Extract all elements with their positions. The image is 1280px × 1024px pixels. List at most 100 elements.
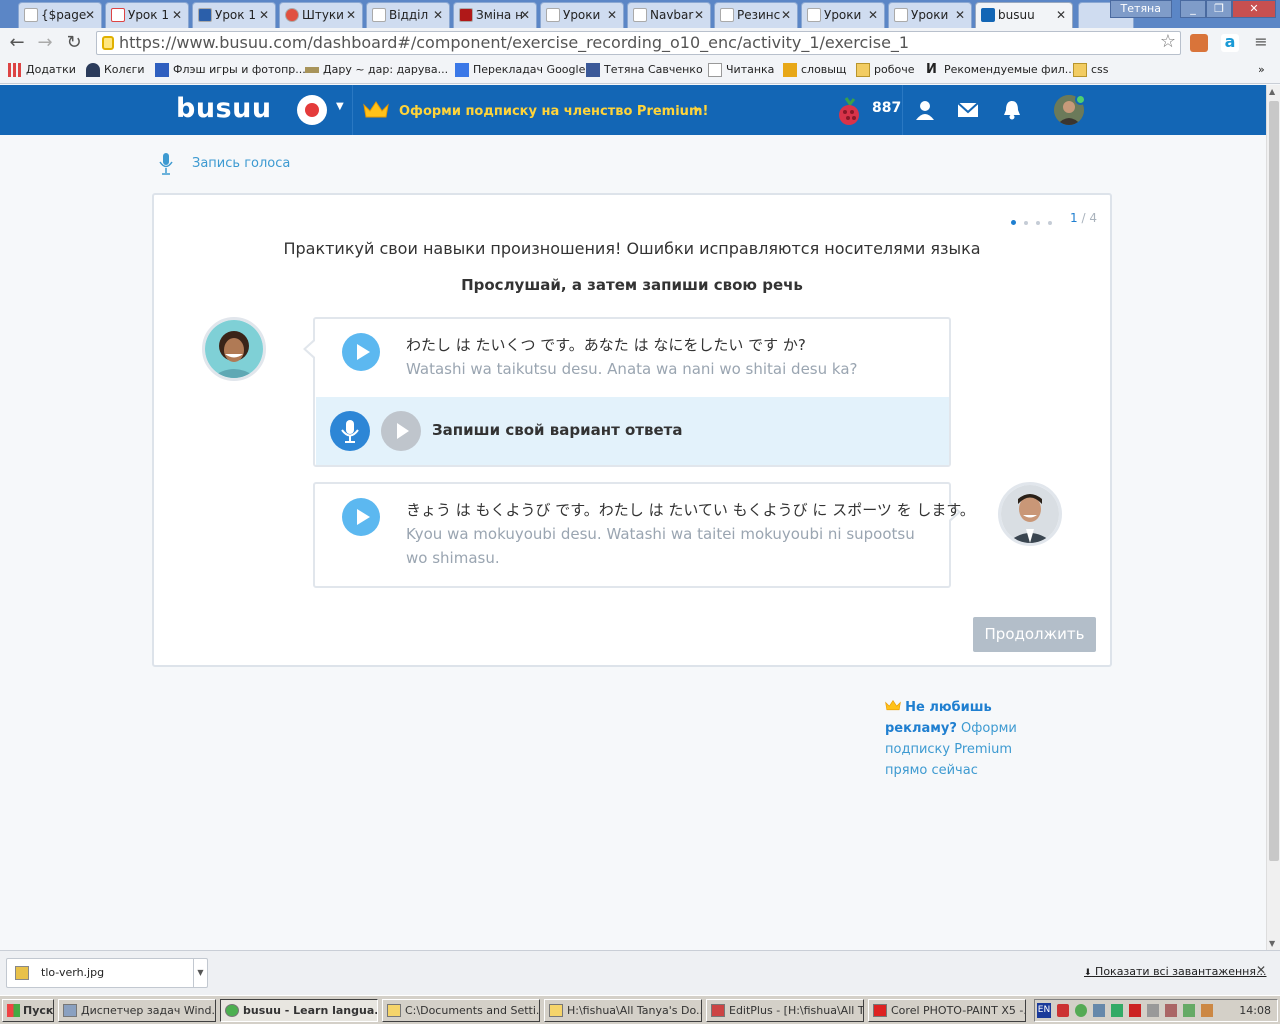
profile-icon[interactable]: [914, 99, 936, 121]
address-bar[interactable]: https://www.busuu.com/dashboard#/compone…: [96, 31, 1181, 55]
volume-icon[interactable]: [1147, 1004, 1159, 1017]
close-icon[interactable]: ✕: [955, 3, 965, 27]
taskbar-item-active[interactable]: busuu - Learn langua...: [220, 999, 378, 1022]
download-item[interactable]: tlo-verh.jpg ▼: [6, 958, 208, 988]
crown-icon: [885, 700, 901, 711]
bookmark[interactable]: Читанка: [708, 63, 774, 77]
forward-icon[interactable]: →: [34, 32, 56, 54]
browser-tab[interactable]: Зміна н ✕: [453, 2, 537, 28]
taskbar-item[interactable]: H:\fishua\All Tanya's Do...: [544, 999, 702, 1022]
record-button[interactable]: [330, 411, 370, 451]
tray-icon[interactable]: [1093, 1004, 1105, 1017]
bookmark[interactable]: Перекладач Google: [455, 63, 585, 77]
premium-cta-link[interactable]: Оформи подписку на членство Premium!: [399, 104, 708, 119]
extension-icon[interactable]: [1190, 34, 1208, 52]
page-scrollbar[interactable]: ▲ ▼: [1266, 85, 1280, 950]
minimize-button[interactable]: _: [1180, 0, 1206, 18]
antivirus-icon[interactable]: [1057, 1004, 1069, 1017]
close-icon[interactable]: ✕: [346, 3, 356, 27]
utorrent-icon[interactable]: [1075, 1004, 1087, 1017]
play-recording-button[interactable]: [381, 411, 421, 451]
bookmark[interactable]: робоче: [856, 63, 915, 77]
play-audio-button[interactable]: [342, 498, 380, 536]
close-icon[interactable]: ✕: [1056, 3, 1066, 27]
avatar-image: [1001, 485, 1059, 543]
close-icon[interactable]: ✕: [607, 3, 617, 27]
bookmark[interactable]: И Рекомендуемые фил...: [926, 63, 1075, 77]
close-icon[interactable]: ✕: [520, 3, 530, 27]
taskbar-item[interactable]: Corel PHOTO-PAINT X5 -...: [868, 999, 1026, 1022]
tray-icon[interactable]: [1201, 1004, 1213, 1017]
back-icon[interactable]: ←: [6, 32, 28, 54]
microphone-icon: [341, 420, 359, 443]
bookmark[interactable]: Колєги: [86, 63, 145, 77]
word-icon: [198, 8, 212, 22]
extension-a-icon[interactable]: a: [1221, 34, 1239, 52]
start-button[interactable]: Пуск: [2, 999, 54, 1022]
tray-icon[interactable]: [1183, 1004, 1195, 1017]
browser-tab[interactable]: Резинс ✕: [714, 2, 798, 28]
profile-name[interactable]: Тетяна: [1109, 0, 1172, 18]
bookmark[interactable]: словыщ: [783, 63, 846, 77]
browser-tab-active[interactable]: busuu ✕: [975, 2, 1073, 29]
close-icon[interactable]: ✕: [1256, 963, 1266, 977]
taskbar-item[interactable]: C:\Documents and Setti...: [382, 999, 540, 1022]
scroll-up-icon[interactable]: ▲: [1269, 87, 1275, 96]
scroll-down-icon[interactable]: ▼: [1269, 939, 1275, 948]
close-icon[interactable]: ✕: [172, 3, 182, 27]
chevron-down-icon[interactable]: ▼: [193, 959, 207, 987]
windows-logo-icon: [7, 1004, 20, 1017]
close-icon[interactable]: ✕: [694, 3, 704, 27]
language-flag-icon[interactable]: [297, 95, 327, 125]
chevron-right-icon[interactable]: ›: [693, 99, 700, 120]
browser-tab[interactable]: Navbar ✕: [627, 2, 711, 28]
menu-icon[interactable]: ≡: [1252, 34, 1270, 52]
folder-icon: [387, 1004, 401, 1017]
browser-tab[interactable]: Штуки ✕: [279, 2, 363, 28]
remove-ads-promo[interactable]: Не любишь рекламу? Оформи подписку Premi…: [885, 697, 1025, 781]
scrollbar-thumb[interactable]: [1269, 101, 1279, 861]
browser-tab[interactable]: {$page ✕: [18, 2, 102, 28]
crown-icon: [363, 101, 389, 118]
browser-tab[interactable]: Відділ ✕: [366, 2, 450, 28]
language-indicator[interactable]: EN: [1037, 1003, 1051, 1018]
browser-tab[interactable]: Уроки ✕: [540, 2, 624, 28]
bookmark[interactable]: Флэш игры и фотопр...: [155, 63, 306, 77]
gmail-icon: [111, 8, 125, 22]
clock[interactable]: 14:08: [1239, 1000, 1271, 1021]
close-icon[interactable]: ✕: [259, 3, 269, 27]
network-icon[interactable]: [1111, 1004, 1123, 1017]
browser-tab[interactable]: Урок 1 ✕: [105, 2, 189, 28]
close-icon[interactable]: ✕: [433, 3, 443, 27]
show-all-downloads-link[interactable]: ⬇ Показати всі завантаження...: [1084, 965, 1266, 978]
browser-tab[interactable]: Уроки ✕: [888, 2, 972, 28]
close-icon[interactable]: ✕: [85, 3, 95, 27]
lock-icon: [102, 36, 114, 50]
mail-icon[interactable]: [957, 99, 979, 121]
tray-icon[interactable]: [1165, 1004, 1177, 1017]
close-icon[interactable]: ✕: [781, 3, 791, 27]
bookmark[interactable]: Тетяна Савченко: [586, 63, 703, 77]
chevron-down-icon[interactable]: ▼: [336, 101, 344, 112]
bookmark[interactable]: Дару ~ дар: дарува...: [305, 63, 448, 77]
taskbar-item[interactable]: Диспетчер задач Wind...: [58, 999, 216, 1022]
avatar-image: [205, 320, 263, 378]
bookmark-apps[interactable]: Додатки: [8, 63, 76, 77]
restore-button[interactable]: ❐: [1206, 0, 1232, 18]
browser-tab[interactable]: Уроки ✕: [801, 2, 885, 28]
close-window-button[interactable]: ✕: [1232, 0, 1276, 18]
close-icon[interactable]: ✕: [868, 3, 878, 27]
busuu-logo[interactable]: busuu: [176, 93, 272, 124]
play-audio-button[interactable]: [342, 333, 380, 371]
continue-button[interactable]: Продолжить: [973, 617, 1096, 652]
acrobat-icon[interactable]: [1129, 1004, 1141, 1017]
crown-icon: [783, 63, 797, 77]
taskbar-item[interactable]: EditPlus - [H:\fishua\All T...: [706, 999, 864, 1022]
bookmark-star-icon[interactable]: ☆: [1160, 32, 1176, 53]
bookmarks-overflow-icon[interactable]: »: [1258, 63, 1265, 77]
site-header: busuu ▼ Оформи подписку на членство Prem…: [0, 85, 1266, 135]
bookmark[interactable]: css: [1073, 63, 1109, 77]
bell-icon[interactable]: [1001, 99, 1023, 121]
reload-icon[interactable]: ↻: [63, 32, 85, 54]
browser-tab[interactable]: Урок 1 ✕: [192, 2, 276, 28]
